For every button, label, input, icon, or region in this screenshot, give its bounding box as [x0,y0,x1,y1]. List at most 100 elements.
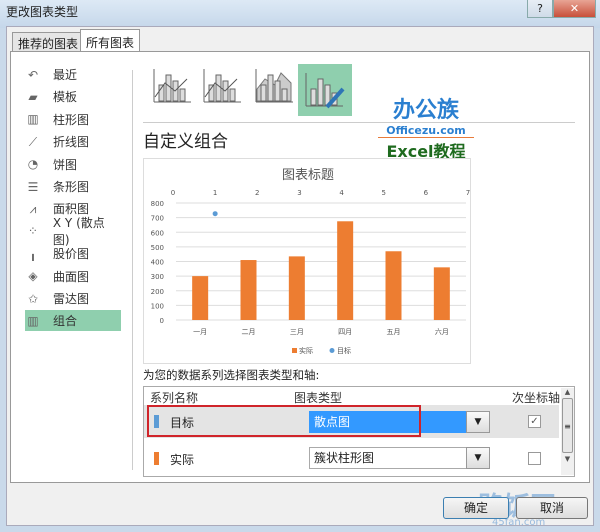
x-top-tick: 2 [255,189,259,197]
legend-label-actual: 实际 [299,346,313,355]
legend-label-target: 目标 [337,346,351,355]
bar-actual [385,251,402,320]
title-bar: 更改图表类型 [0,0,600,28]
logo-text: 办公族 [392,98,459,123]
sidebar-item-label: 折线图 [53,135,90,150]
surface-chart-icon: ◈ [28,269,38,284]
bar-actual [433,267,450,320]
line-chart-icon: ⟋ [28,134,38,149]
y-left-tick: 400 [151,259,164,267]
stock-chart-icon: ╻ [29,246,37,261]
subtype-clustered-column-line[interactable] [150,64,196,108]
sidebar-item-scatter-chart[interactable]: ⁘ X Y (散点图) [25,216,121,247]
chart-type-select[interactable]: 簇状柱形图 [309,447,489,469]
y-left-tick: 500 [151,244,164,252]
series-color-swatch [154,452,159,465]
sidebar-item-bar-chart[interactable]: ☰ 条形图 [25,176,121,197]
y-left-tick: 100 [151,302,164,310]
x-top-tick: 6 [424,189,429,197]
recent-icon: ↶ [27,67,39,82]
subtype-clustered-column-line-secondary[interactable] [200,64,246,108]
custom-combination-icon [305,73,345,109]
series-row-actual[interactable]: 实际 簇状柱形图 ▼ [144,444,559,474]
sidebar-item-label: 柱形图 [53,112,90,127]
table-scrollbar[interactable]: ▲ ≡ ▼ [561,388,574,475]
y-left-tick: 600 [151,229,164,237]
combo-chart: 图表标题010020030040050060070080005010015020… [151,168,490,355]
clustered-column-line-icon [153,69,191,103]
sidebar-item-surface-chart[interactable]: ◈ 曲面图 [25,266,121,287]
scatter-point-target [212,211,218,217]
scrollbar-thumb[interactable]: ≡ [562,398,573,453]
clustered-column-line-secondary-icon [203,69,241,103]
bar-actual [192,276,209,320]
x-category-label: 六月 [435,327,449,336]
help-button[interactable]: ? [527,0,553,18]
pie-chart-icon: ◔ [27,157,39,172]
column-chart-icon: ▥ [27,112,39,127]
tab-recommended-charts[interactable]: 推荐的图表 [12,32,85,51]
y-left-tick: 200 [151,288,164,296]
legend-swatch-actual [292,348,297,353]
header-chart-type: 图表类型 [294,391,343,405]
sidebar-item-column-chart[interactable]: ▥ 柱形图 [25,109,121,130]
chevron-down-icon[interactable]: ▼ [466,411,490,433]
x-top-tick: 7 [466,189,470,197]
combo-chart-icon: ▥ [27,313,39,328]
y-left-tick: 800 [151,200,164,208]
ok-button[interactable]: 确定 [443,497,509,519]
y-left-tick: 300 [151,273,164,281]
secondary-axis-checkbox[interactable]: ✓ [528,415,541,428]
officezu-logo: 办公族 Officezu.com Excel教程 [378,92,474,162]
chevron-down-icon[interactable]: ▼ [466,447,490,469]
cancel-button[interactable]: 取消 [516,497,588,519]
template-folder-icon: ▰ [28,89,38,104]
sidebar-item-label: 组合 [53,314,78,329]
scatter-chart-icon: ⁘ [27,224,38,239]
subtype-custom-combination[interactable] [298,64,352,116]
x-category-label: 一月 [193,328,207,336]
section-title: 自定义组合 [143,132,228,152]
x-top-tick: 5 [381,189,385,197]
sidebar-item-stock-chart[interactable]: ╻ 股价图 [25,243,121,264]
close-button[interactable]: ✕ [553,0,596,18]
sidebar-item-label: 雷达图 [53,292,90,306]
x-top-tick: 1 [213,189,217,197]
chart-title: 图表标题 [282,168,334,183]
divider [143,122,575,123]
x-top-tick: 0 [171,189,175,197]
stacked-area-clustered-column-icon [255,69,293,103]
highlight-box [147,405,421,437]
sidebar-item-label: 饼图 [53,157,78,172]
bar-chart-icon: ☰ [27,179,39,194]
divider [132,70,133,470]
series-row-target[interactable]: 目标 散点图 ▼ ✓ [144,405,559,438]
area-chart-icon: ⩘ [29,201,37,216]
series-prompt: 为您的数据系列选择图表类型和轴: [143,368,320,382]
subtype-stacked-area-clustered-column[interactable] [252,64,298,108]
chart-preview: 图表标题010020030040050060070080005010015020… [143,158,490,364]
sidebar-item-label: 曲面图 [53,269,90,284]
logo-domain: Officezu.com [378,124,474,138]
x-category-label: 二月 [242,328,256,336]
radar-chart-icon: ✩ [27,291,39,306]
sidebar-item-line-chart[interactable]: ⟋ 折线图 [25,131,121,152]
sidebar-item-label: 模板 [53,90,78,105]
x-category-label: 四月 [338,328,352,336]
sidebar-item-radar-chart[interactable]: ✩ 雷达图 [25,288,121,309]
secondary-axis-checkbox[interactable] [528,452,541,465]
bar-actual [240,260,257,320]
sidebar-item-recent[interactable]: ↶ 最近 [25,64,121,85]
x-top-tick: 4 [339,189,344,197]
sidebar-item-label: 股价图 [53,247,90,262]
bar-actual [337,221,354,320]
sidebar-item-combo-chart[interactable]: ▥ 组合 [25,310,121,332]
sidebar-item-pie-chart[interactable]: ◔ 饼图 [25,154,121,175]
sidebar-item-label: 最近 [53,68,78,82]
header-secondary-axis: 次坐标轴 [512,391,561,405]
y-left-tick: 0 [160,317,164,325]
window-title: 更改图表类型 [6,5,79,19]
tab-all-charts[interactable]: 所有图表 [80,29,141,52]
sidebar-item-template-folder[interactable]: ▰ 模板 [25,86,121,107]
header-series-name: 系列名称 [150,391,199,405]
